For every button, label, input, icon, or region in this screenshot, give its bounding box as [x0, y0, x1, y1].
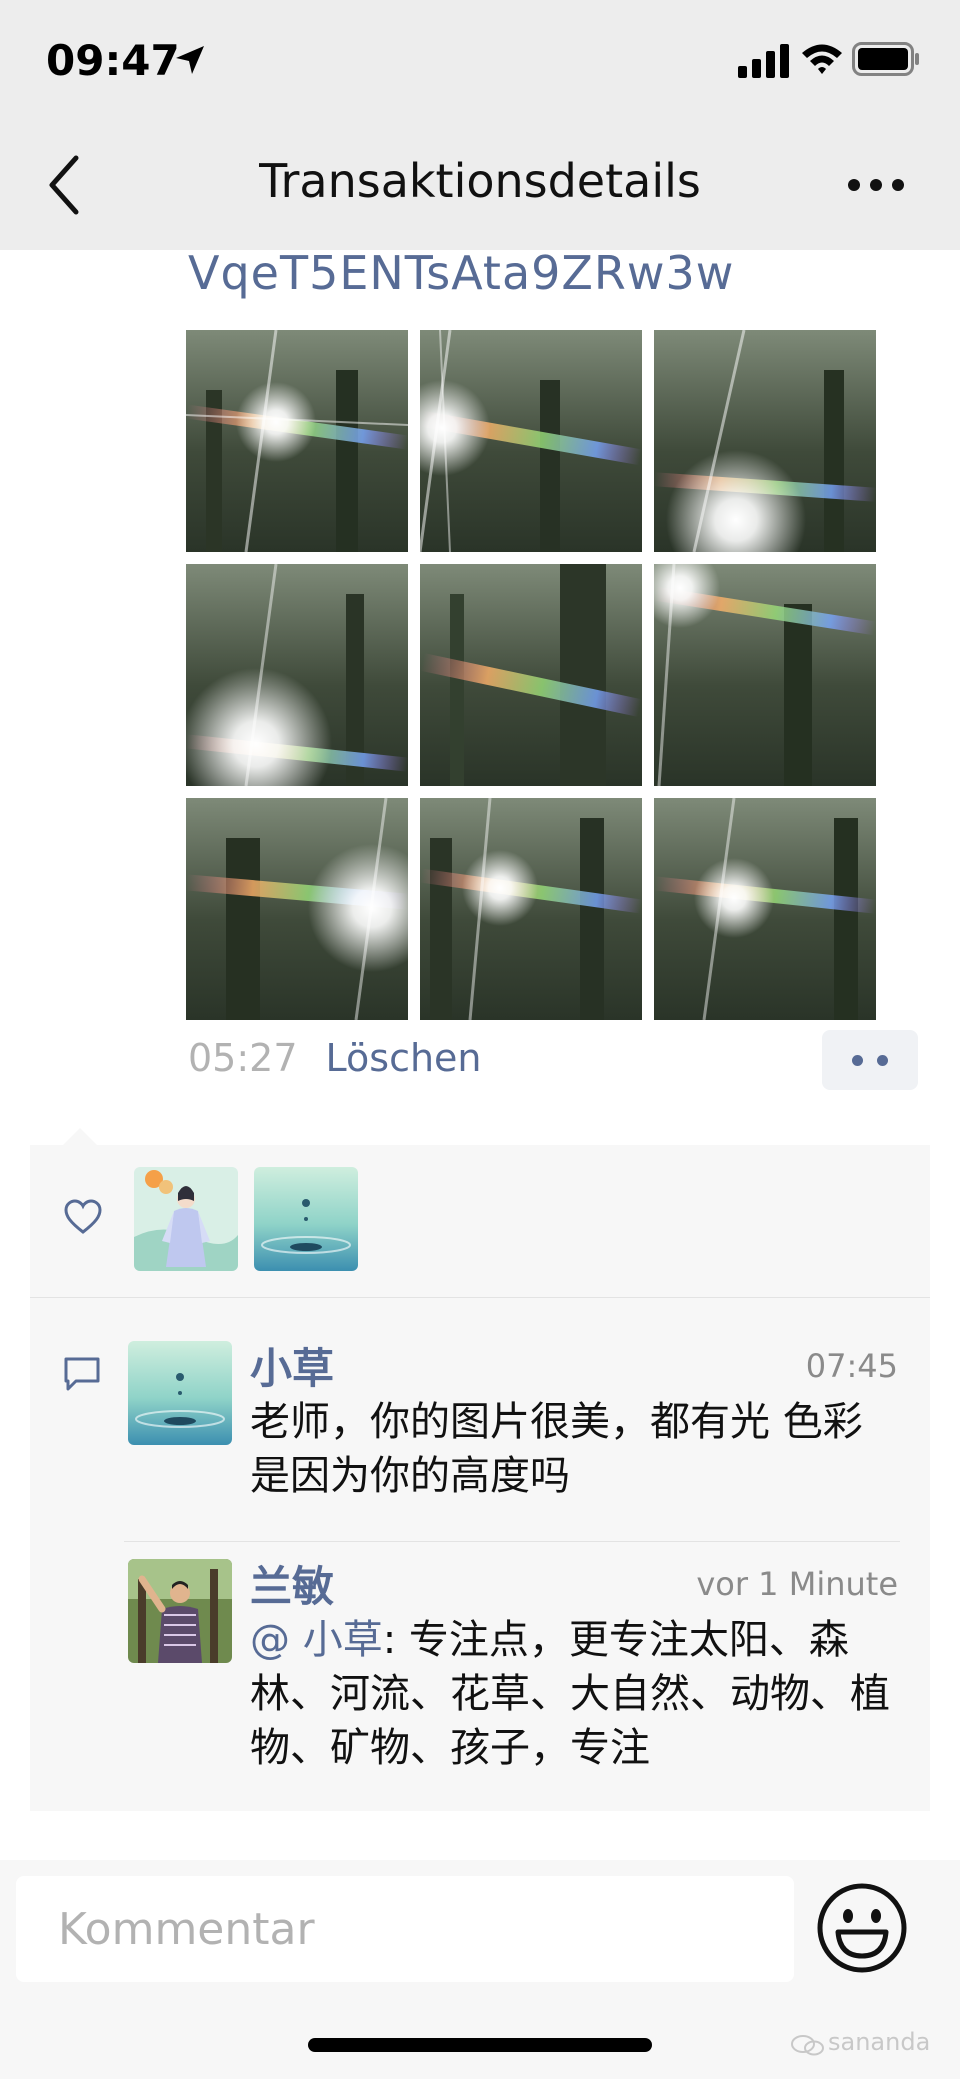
watermark-text: sananda: [828, 2028, 931, 2056]
divider: [124, 1541, 900, 1542]
panel-pointer: [62, 1128, 98, 1146]
battery-icon: [852, 42, 919, 76]
wifi-icon: [802, 44, 842, 74]
photo-thumbnail[interactable]: [654, 798, 876, 1020]
interactions-panel: 小草 07:45 老师，你的图片很美，都有光 色彩 是因为你的高度吗 兰敏 vo…: [30, 1145, 930, 1811]
comment-author[interactable]: 小草: [250, 1335, 334, 1396]
page-title: Transaktionsdetails: [259, 154, 701, 208]
post-time: 05:27: [188, 1036, 298, 1080]
photo-grid: [186, 330, 876, 1020]
comment-text: @ 小草: 专注点，更专注太阳、森林、河流、花草、大自然、动物、植物、矿物、孩子…: [250, 1613, 910, 1775]
dot-icon: [852, 1055, 863, 1066]
status-time: 09:47: [46, 36, 180, 85]
mention-link[interactable]: @ 小草: [250, 1617, 383, 1663]
like-avatar[interactable]: [254, 1167, 358, 1271]
delete-link[interactable]: Löschen: [326, 1036, 482, 1080]
photo-thumbnail[interactable]: [186, 564, 408, 786]
comment-time: vor 1 Minute: [696, 1565, 898, 1603]
photo-thumbnail[interactable]: [420, 564, 642, 786]
photo-thumbnail[interactable]: [186, 798, 408, 1020]
comment-text: 老师，你的图片很美，都有光 色彩 是因为你的高度吗: [250, 1399, 863, 1499]
comment-avatar[interactable]: [128, 1559, 232, 1663]
more-options-icon[interactable]: [846, 170, 906, 200]
home-indicator[interactable]: [308, 2038, 652, 2052]
photo-thumbnail[interactable]: [186, 330, 408, 552]
like-comment-menu-button[interactable]: [822, 1030, 918, 1090]
comment-bubble-icon: [64, 1357, 100, 1391]
comment-author[interactable]: 兰敏: [250, 1553, 334, 1614]
photo-thumbnail[interactable]: [420, 798, 642, 1020]
comment-avatar[interactable]: [128, 1341, 232, 1445]
post-meta: 05:27 Löschen: [188, 1036, 482, 1086]
dot-icon: [877, 1055, 888, 1066]
emoji-icon[interactable]: [816, 1882, 908, 1974]
like-avatar[interactable]: [134, 1167, 238, 1271]
wechat-logo-icon: [791, 2035, 824, 2056]
navigation-bar: Transaktionsdetails: [0, 120, 960, 250]
heart-icon: [64, 1199, 102, 1234]
divider: [30, 1297, 930, 1298]
photo-thumbnail[interactable]: [654, 564, 876, 786]
cellular-signal-icon: [738, 44, 789, 78]
location-arrow-icon: [176, 46, 204, 74]
photo-thumbnail[interactable]: [420, 330, 642, 552]
post-text: VqeT5ENTsAta9ZRw3w: [188, 246, 735, 300]
comment-input-bar: sananda: [0, 1860, 960, 2079]
comment-time: 07:45: [805, 1347, 898, 1385]
status-bar: 09:47: [0, 0, 960, 120]
likes-row: [30, 1145, 930, 1297]
photo-thumbnail[interactable]: [654, 330, 876, 552]
watermark: sananda: [790, 2028, 940, 2060]
comment-input[interactable]: [16, 1876, 794, 1982]
